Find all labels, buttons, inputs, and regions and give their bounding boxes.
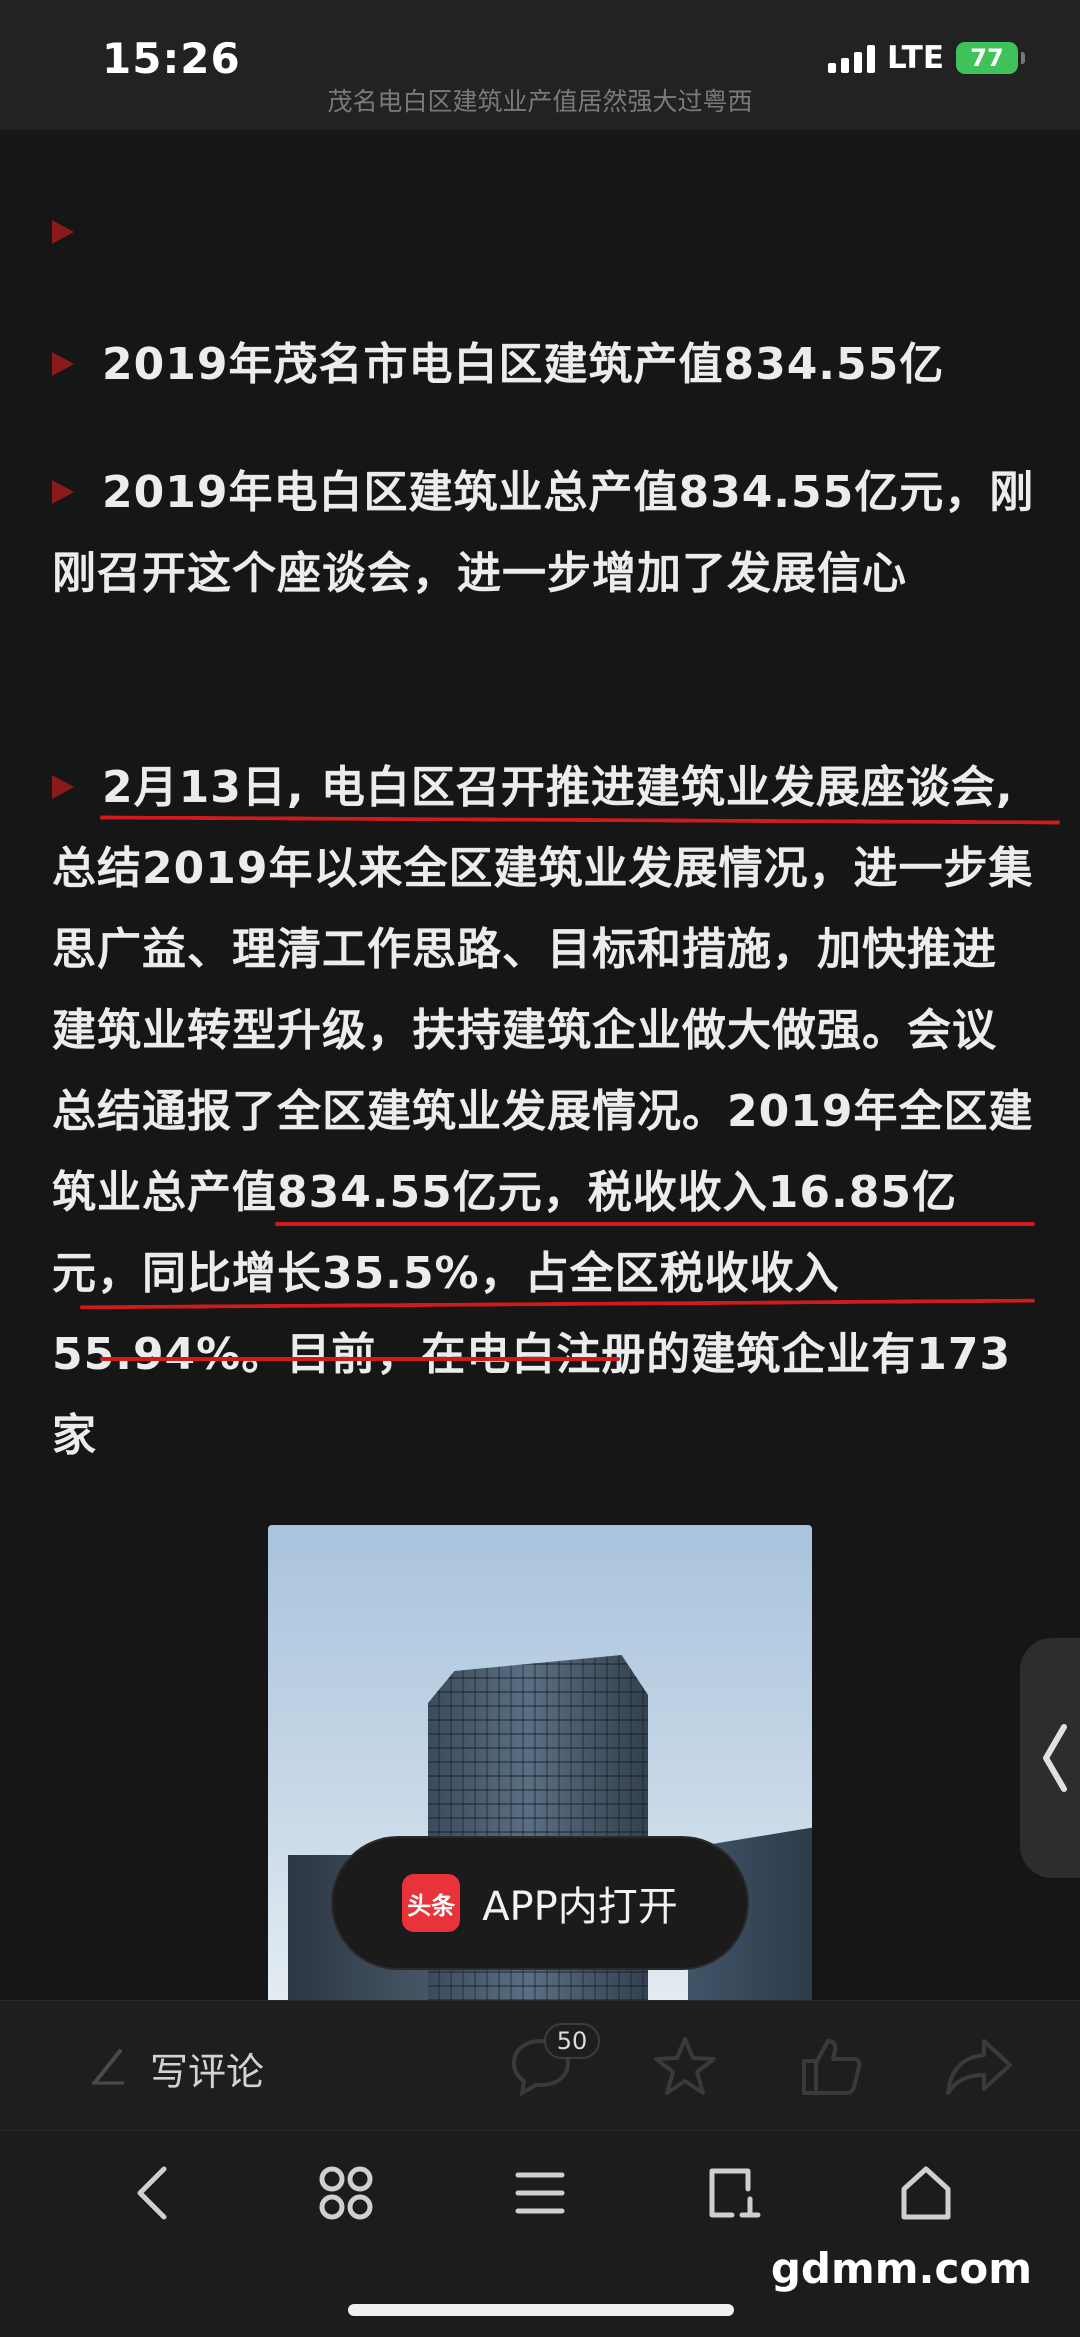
- open-in-app-button[interactable]: 头条 APP内打开: [333, 1838, 747, 1968]
- paragraph-text: 2019年电白区建筑业总产值834.55亿元，刚刚召开这个座谈会，进一步增加了发…: [52, 467, 1035, 599]
- article-paragraph-1: 2019年茂名市电白区建筑产值834.55亿: [52, 324, 1037, 405]
- article-paragraph-2: 2019年电白区建筑业总产值834.55亿元，刚刚召开这个座谈会，进一步增加了发…: [52, 452, 1037, 614]
- status-time: 15:26: [102, 34, 241, 83]
- pen-icon: [92, 2049, 124, 2085]
- article-body: 2019年茂名市电白区建筑产值834.55亿 2019年电白区建筑业总产值834…: [0, 130, 1080, 2000]
- side-panel-handle[interactable]: [1020, 1638, 1080, 1878]
- top-bar: 15:26 LTE 77 茂名电白区建筑业产值居然强大过粤西: [0, 0, 1080, 130]
- home-indicator[interactable]: [348, 2304, 734, 2316]
- open-in-app-label: APP内打开: [482, 1884, 678, 1930]
- star-icon[interactable]: [652, 2035, 718, 2097]
- home-icon[interactable]: [896, 2163, 956, 2223]
- share-icon[interactable]: [944, 2035, 1014, 2097]
- menu-icon[interactable]: [512, 2163, 568, 2223]
- page-title: 茂名电白区建筑业产值居然强大过粤西: [327, 87, 753, 116]
- bullet-icon: [52, 220, 74, 244]
- back-icon[interactable]: [132, 2163, 172, 2223]
- status-indicators: LTE 77: [828, 40, 1025, 76]
- like-icon[interactable]: [798, 2035, 864, 2097]
- toutiao-logo-icon: 头条: [402, 1874, 461, 1932]
- article-paragraph-3: 2月13日, 电白区召开推进建筑业发展座谈会, 总结2019年以来全区建筑业发展…: [52, 747, 1037, 1476]
- apps-icon[interactable]: [316, 2163, 376, 2223]
- comment-bar: 写评论 50: [0, 2000, 1080, 2130]
- signal-icon: [828, 43, 876, 73]
- paragraph-text: 2019年茂名市电白区建筑产值834.55亿: [102, 339, 945, 390]
- annotation-underline: [100, 1357, 620, 1361]
- battery-icon: 77: [956, 42, 1025, 74]
- battery-level: 77: [970, 44, 1004, 72]
- tabs-icon[interactable]: [704, 2163, 764, 2223]
- chevron-left-icon: [1043, 1724, 1067, 1792]
- network-label: LTE: [887, 40, 944, 76]
- watermark: gdmm.com: [770, 2244, 1032, 2293]
- annotation-underline: [275, 1222, 1035, 1226]
- comment-count-badge: 50: [544, 2023, 600, 2059]
- write-comment-input[interactable]: 写评论: [150, 2041, 264, 2096]
